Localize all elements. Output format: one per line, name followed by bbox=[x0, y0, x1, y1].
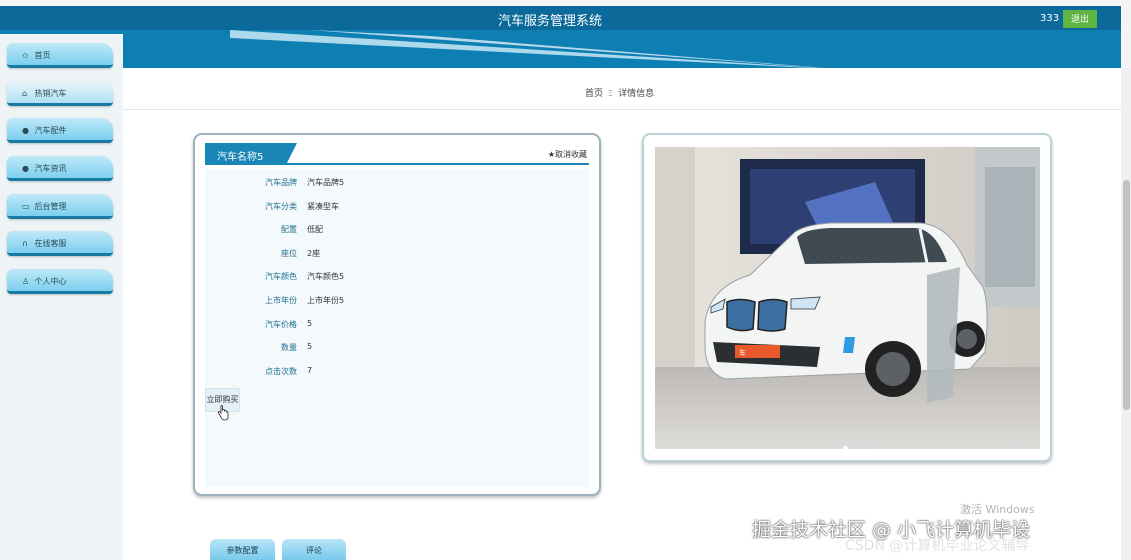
app-header: 汽车服务管理系统 333 退出 bbox=[0, 6, 1121, 68]
field-row-quantity: 数量 5 bbox=[205, 342, 589, 356]
field-value: 汽车品牌5 bbox=[307, 178, 345, 187]
field-value: 5 bbox=[307, 342, 313, 351]
field-label: 配置 bbox=[281, 225, 297, 234]
car-name-title: 汽车名称5 bbox=[205, 143, 297, 165]
sidebar-item-label: 个人中心 bbox=[34, 277, 67, 286]
field-label: 汽车价格 bbox=[265, 320, 297, 329]
field-row-clicks: 点击次数 7 bbox=[205, 366, 589, 380]
scrollbar-thumb[interactable] bbox=[1123, 180, 1130, 410]
home-icon: ⌂ bbox=[22, 89, 28, 98]
field-row-brand: 汽车品牌 汽车品牌5 bbox=[205, 177, 589, 191]
image-carousel[interactable]: 车 bbox=[642, 133, 1052, 462]
field-row-category: 汽车分类 紧凑型车 bbox=[205, 201, 589, 215]
field-label: 上市年份 bbox=[265, 296, 297, 305]
field-value: 汽车颜色5 bbox=[307, 272, 345, 281]
breadcrumb-current: 详情信息 bbox=[618, 89, 655, 99]
sidebar-item-car-news[interactable]: ● 汽车资讯 bbox=[7, 156, 113, 181]
field-row-price: 汽车价格 5 bbox=[205, 319, 589, 333]
svg-text:车: 车 bbox=[739, 348, 746, 357]
carousel-dot[interactable] bbox=[843, 446, 848, 449]
carousel-dots bbox=[843, 443, 870, 449]
carousel-dot[interactable] bbox=[852, 446, 857, 449]
unfavorite-button[interactable]: ★取消收藏 bbox=[548, 149, 587, 160]
hand-cursor-icon bbox=[218, 405, 229, 421]
headset-icon: ∩ bbox=[22, 239, 28, 248]
app-title: 汽车服务管理系统 bbox=[497, 14, 602, 29]
juejin-watermark: 掘金技术社区 @ 小飞计算机毕设 bbox=[752, 519, 1031, 541]
sidebar-item-hot-cars[interactable]: ⌂ 热销汽车 bbox=[7, 81, 113, 106]
header-decoration bbox=[230, 30, 826, 68]
circle-icon: ● bbox=[22, 126, 29, 135]
circle-icon: ● bbox=[22, 164, 29, 173]
field-row-year: 上市年份 上市年份5 bbox=[205, 295, 589, 309]
field-label: 汽车颜色 bbox=[265, 272, 297, 281]
field-label: 汽车品牌 bbox=[265, 178, 297, 187]
tab-comments[interactable]: 评论 bbox=[282, 539, 346, 560]
field-label: 汽车分类 bbox=[265, 202, 297, 211]
car-photo: 车 bbox=[655, 147, 1040, 449]
field-label: 座位 bbox=[281, 249, 297, 258]
sidebar-item-home[interactable]: ✩ 首页 bbox=[7, 43, 113, 68]
sidebar-item-label: 后台管理 bbox=[34, 202, 67, 211]
field-value: 7 bbox=[307, 366, 313, 375]
field-row-config: 配置 低配 bbox=[205, 224, 589, 238]
sidebar-item-label: 热销汽车 bbox=[34, 89, 67, 98]
breadcrumb-separator: Ξ bbox=[608, 89, 614, 98]
sidebar-item-admin[interactable]: ▭ 后台管理 bbox=[7, 194, 113, 219]
field-row-color: 汽车颜色 汽车颜色5 bbox=[205, 271, 589, 285]
field-label: 数量 bbox=[281, 343, 297, 352]
field-value: 上市年份5 bbox=[307, 296, 345, 305]
field-value: 2座 bbox=[307, 249, 321, 258]
detail-card-header: 汽车名称5 ★取消收藏 bbox=[205, 143, 589, 165]
carousel-dot[interactable] bbox=[861, 446, 866, 449]
sidebar-item-profile[interactable]: ♙ 个人中心 bbox=[7, 269, 113, 294]
user-icon: ♙ bbox=[22, 277, 30, 286]
car-showroom-image: 车 bbox=[655, 147, 1040, 449]
breadcrumb: 首页 Ξ 详情信息 bbox=[585, 86, 654, 99]
sidebar-item-label: 在线客服 bbox=[34, 239, 67, 248]
logout-button[interactable]: 退出 bbox=[1063, 10, 1097, 28]
monitor-icon: ▭ bbox=[22, 202, 30, 211]
field-row-seats: 座位 2座 bbox=[205, 248, 589, 262]
tab-parameters[interactable]: 参数配置 bbox=[210, 539, 275, 560]
sidebar-item-car-parts[interactable]: ● 汽车配件 bbox=[7, 118, 113, 143]
star-icon: ✩ bbox=[22, 51, 29, 60]
sidebar-item-label: 汽车资讯 bbox=[34, 164, 67, 173]
sidebar bbox=[0, 34, 123, 560]
detail-fields: 汽车品牌 汽车品牌5 汽车分类 紧凑型车 配置 低配 座位 2座 汽车颜色 汽车… bbox=[205, 169, 589, 487]
breadcrumb-home[interactable]: 首页 bbox=[585, 89, 603, 99]
field-value: 紧凑型车 bbox=[307, 202, 339, 211]
field-value: 低配 bbox=[307, 225, 323, 234]
sidebar-item-label: 汽车配件 bbox=[34, 126, 67, 135]
field-value: 5 bbox=[307, 319, 313, 328]
field-label: 点击次数 bbox=[265, 367, 297, 376]
sidebar-item-customer-service[interactable]: ∩ 在线客服 bbox=[7, 231, 113, 256]
sidebar-item-label: 首页 bbox=[34, 51, 51, 60]
username-label: 333 bbox=[1040, 13, 1060, 24]
detail-card: 汽车名称5 ★取消收藏 汽车品牌 汽车品牌5 汽车分类 紧凑型车 配置 低配 座… bbox=[193, 133, 601, 496]
